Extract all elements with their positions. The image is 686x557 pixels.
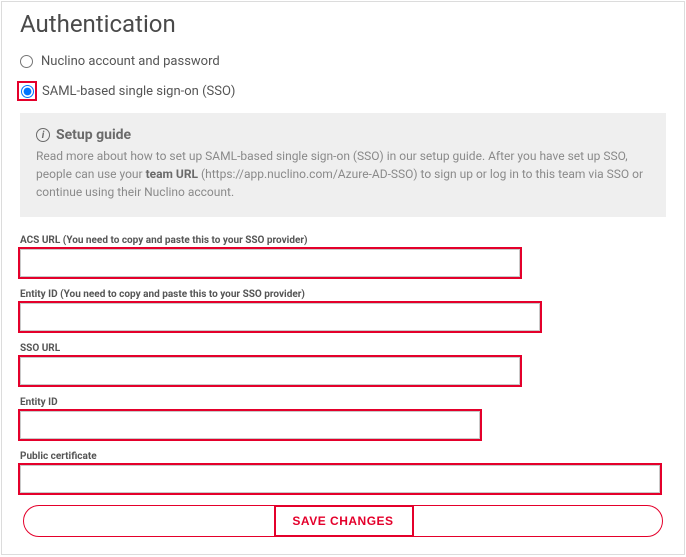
auth-option-saml[interactable]: SAML-based single sign-on (SSO): [20, 81, 666, 101]
field-sso-url: SSO URL: [20, 343, 666, 385]
entity-id-in-label: Entity ID: [20, 397, 666, 408]
setup-guide-title-row: i Setup guide: [36, 127, 650, 143]
setup-guide-title: Setup guide: [56, 127, 131, 143]
field-acs-url: ACS URL (You need to copy and paste this…: [20, 235, 666, 277]
authentication-panel: Authentication Nuclino account and passw…: [1, 1, 685, 555]
radio-saml[interactable]: [21, 85, 34, 98]
save-row: SAVE CHANGES: [20, 505, 666, 537]
setup-guide-text: Read more about how to set up SAML-based…: [36, 147, 650, 201]
info-icon: i: [36, 128, 50, 142]
field-entity-id-out: Entity ID (You need to copy and paste th…: [20, 289, 666, 331]
acs-url-label: ACS URL (You need to copy and paste this…: [20, 235, 666, 246]
highlight-box: [17, 81, 37, 101]
entity-id-out-label: Entity ID (You need to copy and paste th…: [20, 289, 666, 300]
auth-option-saml-label: SAML-based single sign-on (SSO): [42, 84, 235, 99]
entity-id-out-input[interactable]: [20, 303, 540, 331]
public-cert-input[interactable]: [20, 465, 660, 493]
setup-guide-box: i Setup guide Read more about how to set…: [20, 113, 666, 217]
page-title: Authentication: [20, 10, 666, 38]
sso-url-label: SSO URL: [20, 343, 666, 354]
radio-nuclino[interactable]: [20, 55, 33, 68]
team-url-label: team URL: [146, 167, 198, 181]
save-changes-button[interactable]: SAVE CHANGES: [23, 505, 663, 537]
field-public-cert: Public certificate: [20, 451, 666, 493]
auth-option-nuclino[interactable]: Nuclino account and password: [20, 54, 666, 69]
sso-url-input[interactable]: [20, 357, 520, 385]
team-url-value: (https://app.nuclino.com/Azure-AD-SSO): [198, 167, 421, 181]
entity-id-in-input[interactable]: [20, 411, 480, 439]
save-changes-label: SAVE CHANGES: [292, 514, 393, 528]
acs-url-input[interactable]: [20, 249, 520, 277]
field-entity-id-in: Entity ID: [20, 397, 666, 439]
auth-option-nuclino-label: Nuclino account and password: [41, 54, 220, 69]
public-cert-label: Public certificate: [20, 451, 666, 462]
